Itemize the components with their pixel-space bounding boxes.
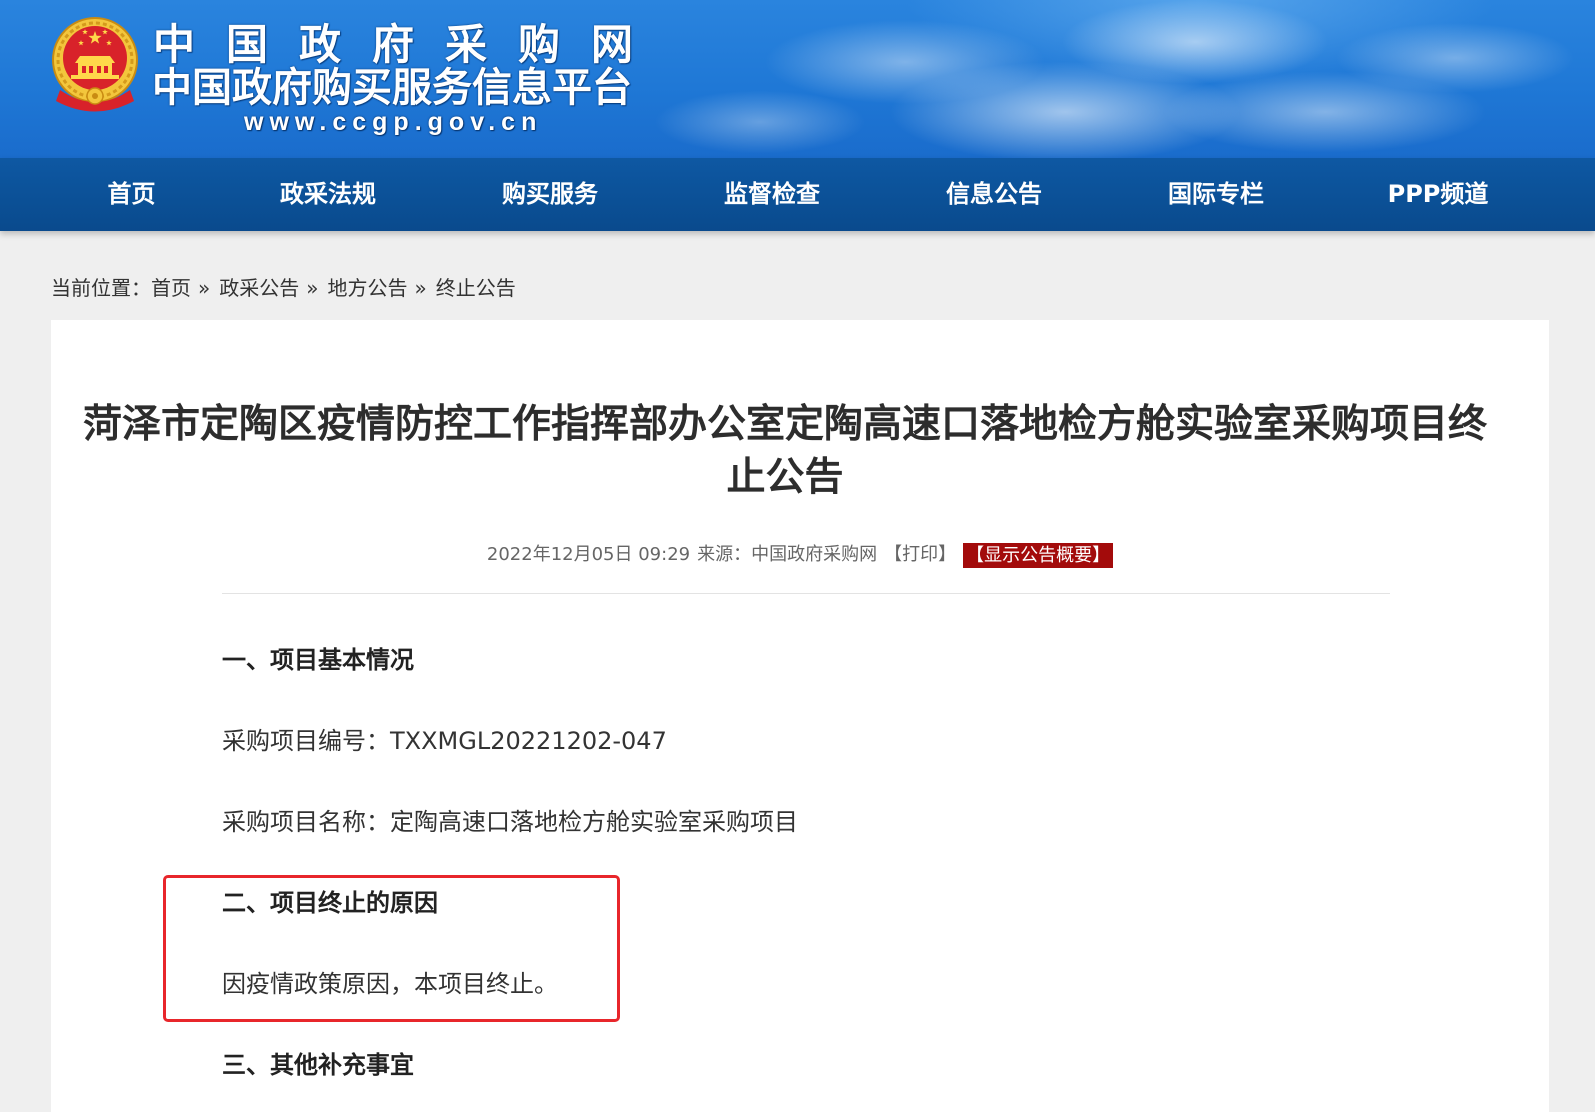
nav-list: 首页 政采法规 购买服务 监督检查 信息公告 国际专栏 PPP频道	[0, 158, 1595, 231]
nav-item-purchase-services[interactable]: 购买服务	[439, 158, 661, 231]
header-banner: 中国政府采购网 中国政府购买服务信息平台 www.ccgp.gov.cn	[0, 0, 1595, 158]
content-panel: 菏泽市定陶区疫情防控工作指挥部办公室定陶高速口落地检方舱实验室采购项目终止公告 …	[51, 320, 1549, 1112]
breadcrumb: 当前位置： 首页» 政采公告» 地方公告» 终止公告	[51, 273, 516, 303]
site-url: www.ccgp.gov.cn	[244, 108, 543, 136]
source-label: 来源：	[697, 544, 752, 565]
breadcrumb-separator: »	[306, 276, 319, 300]
breadcrumb-prefix: 当前位置：	[51, 276, 151, 300]
breadcrumb-separator: »	[198, 276, 211, 300]
national-emblem-icon[interactable]	[50, 16, 140, 112]
source-name: 中国政府采购网	[751, 544, 878, 565]
breadcrumb-link-termination-announcements[interactable]: 终止公告	[436, 273, 516, 303]
termination-reason-text: 因疫情政策原因，本项目终止。	[222, 970, 558, 998]
breadcrumb-link-local-announcements[interactable]: 地方公告	[328, 273, 408, 303]
article-meta: 2022年12月05日 09:29 来源： 中国政府采购网 【打印】 【显示公告…	[51, 541, 1549, 569]
section-heading-termination-reason: 二、项目终止的原因	[222, 889, 438, 917]
divider	[222, 593, 1390, 594]
breadcrumb-link-procurement-announcements[interactable]: 政采公告	[219, 273, 299, 303]
nav-item-ppp-channel[interactable]: PPP频道	[1327, 158, 1549, 231]
nav-item-international[interactable]: 国际专栏	[1105, 158, 1327, 231]
section-heading-other-matters: 三、其他补充事宜	[222, 1051, 414, 1079]
nav-item-supervision[interactable]: 监督检查	[661, 158, 883, 231]
nav-item-announcements[interactable]: 信息公告	[883, 158, 1105, 231]
nav-item-regulations[interactable]: 政采法规	[217, 158, 439, 231]
site-title: 中国政府采购网	[153, 20, 665, 69]
site-subtitle: 中国政府购买服务信息平台	[152, 65, 632, 111]
breadcrumb-separator: »	[414, 276, 427, 300]
project-number: 采购项目编号：TXXMGL20221202-047	[222, 727, 667, 755]
breadcrumb-link-home[interactable]: 首页	[151, 273, 191, 303]
article-title: 菏泽市定陶区疫情防控工作指挥部办公室定陶高速口落地检方舱实验室采购项目终止公告	[82, 402, 1487, 500]
print-link[interactable]: 【打印】	[884, 541, 956, 569]
section-heading-basic-info: 一、项目基本情况	[222, 646, 414, 674]
article-body: 一、项目基本情况 采购项目编号：TXXMGL20221202-047 采购项目名…	[222, 620, 1390, 1106]
publish-date: 2022年12月05日 09:29	[486, 544, 691, 565]
nav-item-home[interactable]: 首页	[46, 158, 217, 231]
show-summary-button[interactable]: 【显示公告概要】	[963, 542, 1114, 568]
main-nav: 首页 政采法规 购买服务 监督检查 信息公告 国际专栏 PPP频道	[0, 158, 1595, 231]
project-name: 采购项目名称：定陶高速口落地检方舱实验室采购项目	[222, 808, 798, 836]
